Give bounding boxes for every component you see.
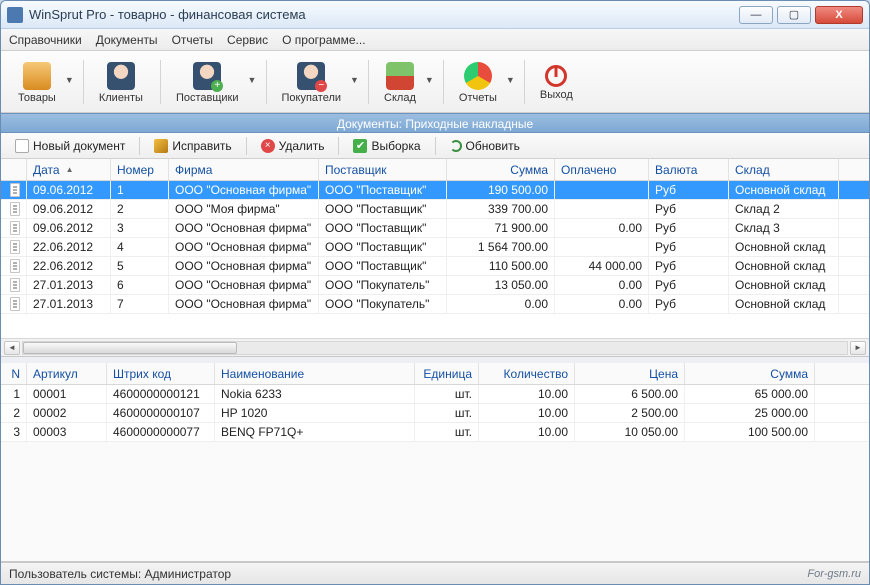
clients-icon <box>107 62 135 90</box>
toolbar-clients[interactable]: Клиенты <box>88 57 154 107</box>
col-date[interactable]: Дата <box>27 159 111 180</box>
minimize-button[interactable]: — <box>739 6 773 24</box>
table-row[interactable]: 2000024600000000107HP 1020шт.10.002 500.… <box>1 404 869 423</box>
col-article[interactable]: Артикул <box>27 363 107 384</box>
table-row[interactable]: 09.06.20121ООО "Основная фирма"ООО "Пост… <box>1 181 869 200</box>
toolbar-exit[interactable]: Выход <box>529 60 584 104</box>
delete-icon: × <box>261 139 275 153</box>
document-icon <box>10 297 20 311</box>
new-icon <box>15 139 29 153</box>
col-qty[interactable]: Количество <box>479 363 575 384</box>
dropdown-icon[interactable]: ▼ <box>248 75 258 89</box>
table-row[interactable]: 09.06.20122ООО "Моя фирма"ООО "Поставщик… <box>1 200 869 219</box>
document-icon <box>10 240 20 254</box>
col-supplier[interactable]: Поставщик <box>319 159 447 180</box>
status-bar: Пользователь системы: Администратор For-… <box>1 562 869 584</box>
dropdown-icon[interactable]: ▼ <box>65 75 75 89</box>
toolbar-suppliers[interactable]: +Поставщики <box>165 57 250 107</box>
menu-documenty[interactable]: Документы <box>96 33 158 47</box>
grid-header: Дата Номер Фирма Поставщик Сумма Оплачен… <box>1 159 869 181</box>
window: WinSprut Pro - товарно - финансовая сист… <box>0 0 870 585</box>
filter-icon: ✔ <box>353 139 367 153</box>
user-label: Пользователь системы: <box>9 567 141 581</box>
goods-icon <box>23 62 51 90</box>
document-icon <box>10 278 20 292</box>
col-paid[interactable]: Оплачено <box>555 159 649 180</box>
app-icon <box>7 7 23 23</box>
col-unit[interactable]: Единица <box>415 363 479 384</box>
menu-spravochniki[interactable]: Справочники <box>9 33 82 47</box>
scroll-thumb[interactable] <box>23 342 237 354</box>
col-name[interactable]: Наименование <box>215 363 415 384</box>
table-row[interactable]: 3000034600000000077BENQ FP71Q+шт.10.0010… <box>1 423 869 442</box>
menu-servis[interactable]: Сервис <box>227 33 268 47</box>
col-sum2[interactable]: Сумма <box>685 363 815 384</box>
documents-grid: Дата Номер Фирма Поставщик Сумма Оплачен… <box>1 159 869 357</box>
warehouse-icon <box>386 62 414 90</box>
refresh-icon <box>450 140 462 152</box>
menu-about[interactable]: О программе... <box>282 33 365 47</box>
new-document-button[interactable]: Новый документ <box>7 136 133 156</box>
buyers-icon: − <box>297 62 325 90</box>
menu-otchety[interactable]: Отчеты <box>172 33 213 47</box>
table-row[interactable]: 1000014600000000121Nokia 6233шт.10.006 5… <box>1 385 869 404</box>
document-header: Документы: Приходные накладные <box>1 113 869 133</box>
filter-button[interactable]: ✔Выборка <box>345 136 428 156</box>
col-barcode[interactable]: Штрих код <box>107 363 215 384</box>
document-icon <box>10 202 20 216</box>
dropdown-icon[interactable]: ▼ <box>350 75 360 89</box>
col-n[interactable]: N <box>1 363 27 384</box>
table-row[interactable]: 27.01.20137ООО "Основная фирма"ООО "Поку… <box>1 295 869 314</box>
edit-icon <box>154 139 168 153</box>
table-row[interactable]: 22.06.20124ООО "Основная фирма"ООО "Пост… <box>1 238 869 257</box>
table-row[interactable]: 27.01.20136ООО "Основная фирма"ООО "Поку… <box>1 276 869 295</box>
col-currency[interactable]: Валюта <box>649 159 729 180</box>
toolbar-goods[interactable]: Товары <box>7 57 67 107</box>
user-name: Администратор <box>145 567 232 581</box>
menubar: Справочники Документы Отчеты Сервис О пр… <box>1 29 869 51</box>
toolbar-warehouse[interactable]: Склад <box>373 57 427 107</box>
toolbar-reports[interactable]: Отчеты <box>448 57 508 107</box>
col-warehouse[interactable]: Склад <box>729 159 839 180</box>
close-button[interactable]: X <box>815 6 863 24</box>
detail-grid: N Артикул Штрих код Наименование Единица… <box>1 363 869 562</box>
dropdown-icon[interactable]: ▼ <box>425 75 435 89</box>
maximize-button[interactable]: ▢ <box>777 6 811 24</box>
action-toolbar: Новый документ Исправить ×Удалить ✔Выбор… <box>1 133 869 159</box>
col-sum[interactable]: Сумма <box>447 159 555 180</box>
main-toolbar: Товары▼ Клиенты +Поставщики▼ −Покупатели… <box>1 51 869 113</box>
watermark: For-gsm.ru <box>807 568 861 580</box>
detail-header: N Артикул Штрих код Наименование Единица… <box>1 363 869 385</box>
dropdown-icon[interactable]: ▼ <box>506 75 516 89</box>
edit-button[interactable]: Исправить <box>146 136 239 156</box>
refresh-button[interactable]: Обновить <box>442 136 528 156</box>
toolbar-buyers[interactable]: −Покупатели <box>271 57 353 107</box>
col-number[interactable]: Номер <box>111 159 169 180</box>
window-title: WinSprut Pro - товарно - финансовая сист… <box>29 7 739 22</box>
scroll-right-icon[interactable]: ► <box>850 341 866 355</box>
delete-button[interactable]: ×Удалить <box>253 136 333 156</box>
suppliers-icon: + <box>193 62 221 90</box>
document-icon <box>10 259 20 273</box>
table-row[interactable]: 09.06.20123ООО "Основная фирма"ООО "Пост… <box>1 219 869 238</box>
exit-icon <box>545 65 567 87</box>
table-row[interactable]: 22.06.20125ООО "Основная фирма"ООО "Пост… <box>1 257 869 276</box>
document-icon <box>10 221 20 235</box>
document-icon <box>10 183 20 197</box>
scroll-left-icon[interactable]: ◄ <box>4 341 20 355</box>
horizontal-scrollbar[interactable]: ◄ ► <box>1 338 869 356</box>
col-firm[interactable]: Фирма <box>169 159 319 180</box>
col-price[interactable]: Цена <box>575 363 685 384</box>
titlebar[interactable]: WinSprut Pro - товарно - финансовая сист… <box>1 1 869 29</box>
reports-icon <box>464 62 492 90</box>
